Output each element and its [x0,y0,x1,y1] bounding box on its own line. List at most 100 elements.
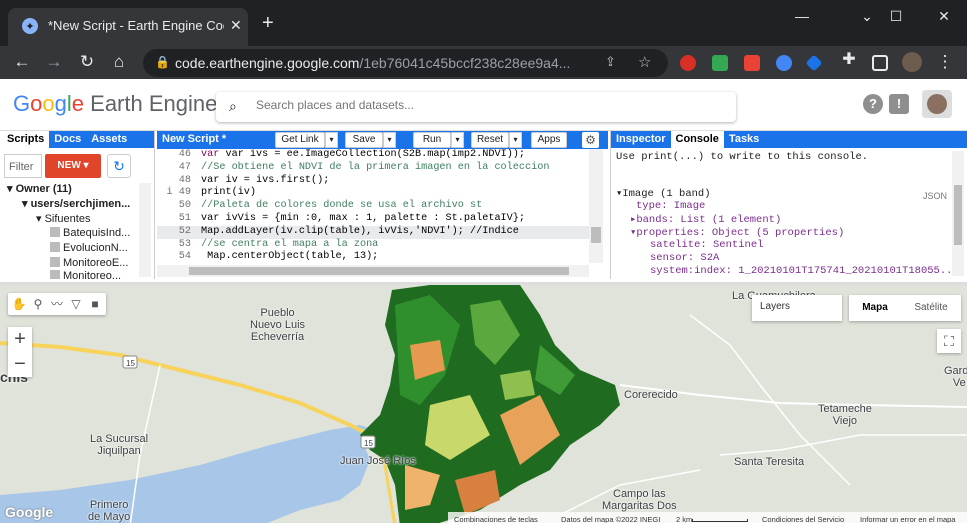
extensions-puzzle-icon[interactable]: ✚ [838,50,860,70]
tab-docs[interactable]: Docs [49,131,87,148]
help-icon[interactable]: ? [863,94,883,114]
place-label: Juan José Ríos [340,455,416,467]
tree-owner[interactable]: ▾ Owner (11) [7,182,72,195]
console-entry[interactable]: ▾properties: Object (5 properties) [630,226,844,239]
zoom-in-button[interactable]: + [8,327,32,351]
save-button[interactable]: Save [345,132,383,148]
account-button[interactable] [922,90,952,118]
settings-gear-icon[interactable]: ⚙ [582,132,599,148]
map-canvas[interactable]: 15 15 Pueblo Nuevo Luis Echeverría La Su… [0,282,967,523]
tree-folder-sifuentes[interactable]: ▾ Sifuentes [36,212,90,225]
feedback-icon[interactable]: ! [889,94,909,114]
close-window-button[interactable]: ✕ [934,8,954,25]
terms-link[interactable]: Condiciones del Servicio [762,515,844,523]
point-marker-icon[interactable]: ⚲ [30,296,46,312]
address-bar[interactable]: 🔒 code.earthengine.google.com/1eb76041c4… [143,49,668,77]
console-entry: sensor: S2A [650,252,720,264]
code-line[interactable]: var var ivs = ee.ImageCollection(S2B.map… [201,149,525,160]
apps-button[interactable]: Apps [531,132,567,148]
code-line[interactable]: var iv = ivs.first(); [201,175,329,186]
code-line[interactable]: Map.centerObject(table, 13); [201,251,378,262]
extension-green-icon[interactable] [712,55,728,71]
editor-horizontal-scrollbar[interactable] [157,265,589,277]
line-number: 53 [178,238,191,250]
tree-script-item[interactable]: MonitoreoE... [50,257,128,269]
map-type-satellite-button[interactable]: Satélite [901,295,961,321]
profile-avatar[interactable] [902,52,922,72]
code-line[interactable]: print(iv) [201,187,256,198]
code-line[interactable]: //Se obtiene el NDVI de la primera image… [201,162,549,173]
code-editor-panel: New Script * Get Link ▾ Save ▾ Run ▾ Res… [157,131,608,279]
keyboard-shortcuts-link[interactable]: Combinaciones de teclas [454,515,538,523]
refresh-icon[interactable]: ↻ [107,154,131,178]
new-tab-button[interactable]: + [262,13,274,33]
browser-tab[interactable]: ✦ *New Script - Earth Engine Code ✕ [8,8,248,46]
right-panel-tabs: Inspector Console Tasks [611,131,967,148]
close-tab-icon[interactable]: ✕ [230,17,242,34]
fullscreen-icon[interactable]: ⛶ [937,329,961,353]
editor-vertical-scrollbar[interactable] [589,149,603,263]
tab-tasks[interactable]: Tasks [723,131,765,148]
minimize-button[interactable]: — [792,8,812,24]
code-line[interactable]: //Paleta de colores donde se usa el arch… [201,200,482,211]
tree-user-repo[interactable]: ▾ users/serchjimen... [22,197,130,210]
highway-15 [0,341,371,437]
maximize-button[interactable]: ☐ [886,8,906,25]
share-icon[interactable]: ⇪ [605,54,616,70]
tree-script-item[interactable]: BatequisInd... [50,227,130,239]
tree-script-item[interactable]: Monitoreo... [50,270,121,279]
run-button[interactable]: Run [413,132,451,148]
console-entry[interactable]: ▸bands: List (1 element) [630,213,781,226]
reload-icon[interactable]: ↻ [76,52,98,72]
run-dropdown-icon[interactable]: ▾ [451,132,464,148]
extension-diamond-icon[interactable] [805,54,823,72]
map-type-map-button[interactable]: Mapa [849,295,901,321]
code-line[interactable]: var ivVis = {min :0, max : 1, palette : … [201,213,525,224]
scripts-scrollbar[interactable] [139,183,151,277]
search-box[interactable]: ⌕ [216,92,736,122]
pan-hand-icon[interactable]: ✋ [11,296,27,312]
console-entry[interactable]: ▾Image (1 band) [616,187,711,200]
rectangle-draw-icon[interactable]: ■ [87,296,103,312]
new-script-button[interactable]: NEW ▾ [45,154,101,178]
home-icon[interactable]: ⌂ [108,52,130,72]
get-link-button[interactable]: Get Link [275,132,325,148]
zoom-out-button[interactable]: − [8,352,32,376]
polygon-draw-icon[interactable]: ▽ [68,296,84,312]
layers-button[interactable]: Layers [752,295,842,321]
back-icon[interactable]: ← [11,52,33,72]
extension-blue-icon[interactable] [776,55,792,71]
place-label: Campo las Margaritas Dos [602,488,677,512]
code-line[interactable]: //se centra el mapa a la zona [201,239,378,250]
tab-search-icon[interactable]: ⌄ [857,8,877,25]
get-link-dropdown-icon[interactable]: ▾ [325,132,338,148]
account-avatar [927,94,947,114]
reset-button[interactable]: Reset [471,132,509,148]
file-icon [50,257,60,267]
browser-toolbar: ← → ↻ ⌂ 🔒 code.earthengine.google.com/1e… [0,46,967,79]
tree-script-item[interactable]: EvolucionN... [50,242,128,254]
code-line[interactable]: Map.addLayer(iv.clip(table), ivVis,'NDVI… [201,226,519,237]
lock-icon: 🔒 [155,55,170,69]
place-label: Garde Ve [944,365,967,389]
tab-scripts[interactable]: Scripts [2,131,50,148]
report-error-link[interactable]: Informar un error en el mapa [860,515,955,523]
bookmark-star-icon[interactable]: ☆ [638,53,651,71]
code-area[interactable]: 46 var var ivs = ee.ImageCollection(S2B.… [157,149,597,263]
line-draw-icon[interactable]: 〰 [49,296,65,312]
save-dropdown-icon[interactable]: ▾ [383,132,396,148]
extension-mega-icon[interactable] [744,55,760,71]
json-link[interactable]: JSON [923,191,947,201]
forward-icon[interactable]: → [43,52,65,72]
sidebar-icon[interactable] [872,55,888,71]
search-input[interactable] [256,98,716,112]
line-number: 52 [178,225,191,237]
tab-assets[interactable]: Assets [86,131,133,148]
tab-console[interactable]: Console [670,131,724,148]
console-scrollbar[interactable] [952,151,964,276]
filter-input[interactable]: Filter [4,154,42,178]
browser-menu-icon[interactable]: ⋮ [934,52,956,72]
extension-red-icon[interactable] [680,55,696,71]
tab-inspector[interactable]: Inspector [611,131,671,148]
reset-dropdown-icon[interactable]: ▾ [509,132,522,148]
